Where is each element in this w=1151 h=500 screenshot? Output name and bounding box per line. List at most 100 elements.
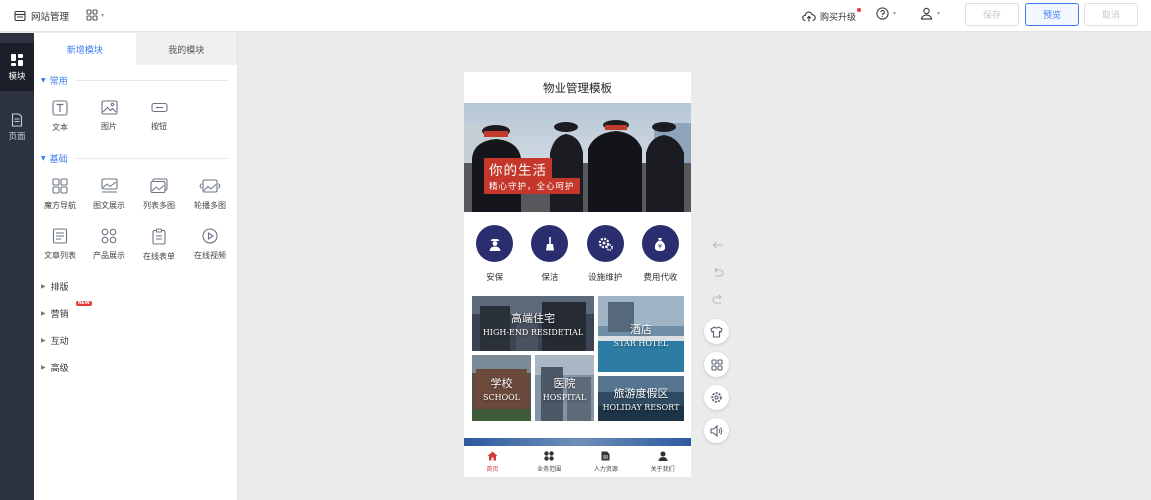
module-image-text[interactable]: 图文展示 [83, 178, 135, 211]
module-image[interactable]: 图片 [83, 100, 135, 132]
module-label: 图文展示 [93, 201, 125, 210]
module-label: 文本 [52, 123, 68, 132]
module-panel: 新增模块 我的模块 ▼ 常用 文本 图片 按钮 ▼ 基础 魔方导航 图文展示 列… [34, 33, 238, 500]
chevron-down-icon: ▾ [101, 11, 105, 19]
nav-about[interactable]: 关于我们 [634, 446, 691, 477]
module-article-list[interactable]: 文章列表 [34, 228, 86, 261]
image-icon [100, 100, 118, 115]
module-online-video[interactable]: 在线视频 [184, 228, 236, 261]
module-label: 图片 [101, 122, 117, 131]
new-badge: NEW [76, 301, 92, 306]
components-button[interactable] [704, 352, 729, 377]
module-label: 文章列表 [44, 251, 76, 260]
module-carousel[interactable]: 轮播多图 [184, 178, 236, 211]
service-label: 保洁 [541, 273, 559, 283]
banner-caption-sub: 精心守护，全心呵护 [484, 178, 580, 194]
module-label: 在线视频 [194, 251, 226, 260]
theme-shirt-button[interactable] [704, 319, 729, 344]
module-label: 轮播多图 [194, 201, 226, 210]
tile-title: 旅游度假区 [613, 387, 669, 400]
tile-residential[interactable]: 高端住宅 HIGH-END RESIDETIAL [472, 296, 594, 351]
service-fee-collection[interactable]: ¥ 费用代收 [633, 225, 687, 283]
service-nav: 安保 保洁 设施维护 ¥ 费用代收 [464, 225, 691, 283]
tile-hospital[interactable]: 医院 HOSPITAL [535, 355, 594, 421]
cancel-button[interactable]: 取消 [1084, 3, 1138, 26]
grid-dots-icon [544, 450, 554, 461]
tile-title: 医院 [553, 376, 576, 390]
caret-down-icon: ▼ [41, 155, 46, 162]
broom-icon [545, 236, 554, 250]
module-label: 按钮 [151, 122, 167, 131]
section-title: 排版 [50, 283, 69, 293]
module-cube-nav[interactable]: 魔方导航 [34, 178, 86, 211]
module-list-images[interactable]: 列表多图 [133, 178, 185, 211]
text-icon [52, 100, 68, 116]
svg-text:¥: ¥ [658, 242, 662, 250]
nav-home[interactable]: 首页 [464, 446, 521, 477]
help-menu[interactable]: ▾ [876, 7, 896, 20]
section-title: 营销 [50, 310, 69, 320]
module-label: 在线表单 [143, 252, 175, 261]
undo-icon[interactable] [708, 265, 728, 279]
money-bag-icon: ¥ [655, 237, 666, 251]
site-icon [14, 10, 26, 22]
section-title: 高级 [50, 364, 69, 374]
apps-menu[interactable]: ▾ [86, 9, 104, 21]
preview-button[interactable]: 预览 [1025, 3, 1079, 26]
tab-my-modules[interactable]: 我的模块 [135, 33, 237, 65]
user-menu[interactable]: ▾ [920, 7, 940, 20]
notification-dot [857, 7, 862, 12]
modules-icon [11, 53, 23, 66]
document-icon [601, 451, 610, 460]
module-online-form[interactable]: 在线表单 [133, 228, 185, 262]
back-arrow-icon[interactable] [708, 238, 728, 252]
rail-item-pages[interactable]: 页面 [0, 103, 34, 151]
tile-school[interactable]: 学校 SCHOOL [472, 355, 531, 421]
module-label: 产品展示 [93, 251, 125, 260]
settings-button[interactable] [704, 385, 729, 410]
module-button[interactable]: 按钮 [133, 100, 185, 132]
help-icon [876, 7, 889, 20]
site-title: 网站管理 [31, 12, 70, 23]
service-label: 费用代收 [643, 273, 678, 283]
caret-right-icon: ▶ [41, 364, 46, 371]
redo-icon[interactable] [708, 292, 728, 306]
cube-nav-icon [52, 178, 68, 194]
service-cleaning[interactable]: 保洁 [523, 225, 577, 283]
section-layout[interactable]: ▶ 排版 [41, 280, 69, 293]
section-marketing[interactable]: ▶ 营销 NEW [41, 301, 92, 320]
service-maintenance[interactable]: 设施维护 [578, 225, 632, 283]
chevron-down-icon: ▾ [937, 10, 941, 17]
nav-label: 人力资源 [593, 465, 618, 473]
tile-title: 酒店 [630, 322, 652, 336]
mobile-preview: 物业管理模板 你的生活 精心守护，全心呵护 安保 保洁 设施维护 ¥ 费用代收 … [464, 72, 691, 477]
nav-hr[interactable]: 人力资源 [578, 446, 635, 477]
tile-title: 学校 [490, 376, 513, 390]
service-label: 安保 [486, 273, 504, 283]
audio-button[interactable] [704, 418, 729, 443]
tile-hotel[interactable]: 酒店 STAR HOTEL [598, 296, 684, 372]
banner-caption-main: 你的生活 [484, 158, 552, 180]
list-images-icon [150, 178, 168, 194]
module-label: 魔方导航 [44, 201, 76, 210]
tab-new-modules[interactable]: 新增模块 [34, 33, 136, 65]
nav-business[interactable]: 业务范围 [521, 446, 578, 477]
tile-resort[interactable]: 旅游度假区 HOLIDAY RESORT [598, 376, 684, 421]
products-icon [101, 228, 117, 244]
section-interaction[interactable]: ▶ 互动 [41, 334, 69, 347]
module-products[interactable]: 产品展示 [83, 228, 135, 261]
section-common-header[interactable]: ▼ 常用 [41, 74, 229, 87]
upgrade-button[interactable]: 购买升级 [802, 7, 862, 23]
save-button[interactable]: 保存 [965, 3, 1019, 26]
site-manage-link[interactable]: 网站管理 [14, 0, 69, 32]
chevron-down-icon: ▾ [893, 10, 897, 17]
service-security[interactable]: 安保 [468, 225, 522, 283]
caret-down-icon: ▼ [41, 77, 46, 84]
section-advanced[interactable]: ▶ 高级 [41, 361, 69, 374]
module-text[interactable]: 文本 [34, 100, 86, 133]
carousel-icon [199, 179, 221, 193]
section-basic-header[interactable]: ▼ 基础 [41, 152, 229, 165]
section-basic-title: 基础 [49, 155, 68, 165]
rail-item-modules[interactable]: 模块 [0, 43, 34, 91]
hero-banner[interactable]: 你的生活 精心守护，全心呵护 [464, 103, 691, 212]
